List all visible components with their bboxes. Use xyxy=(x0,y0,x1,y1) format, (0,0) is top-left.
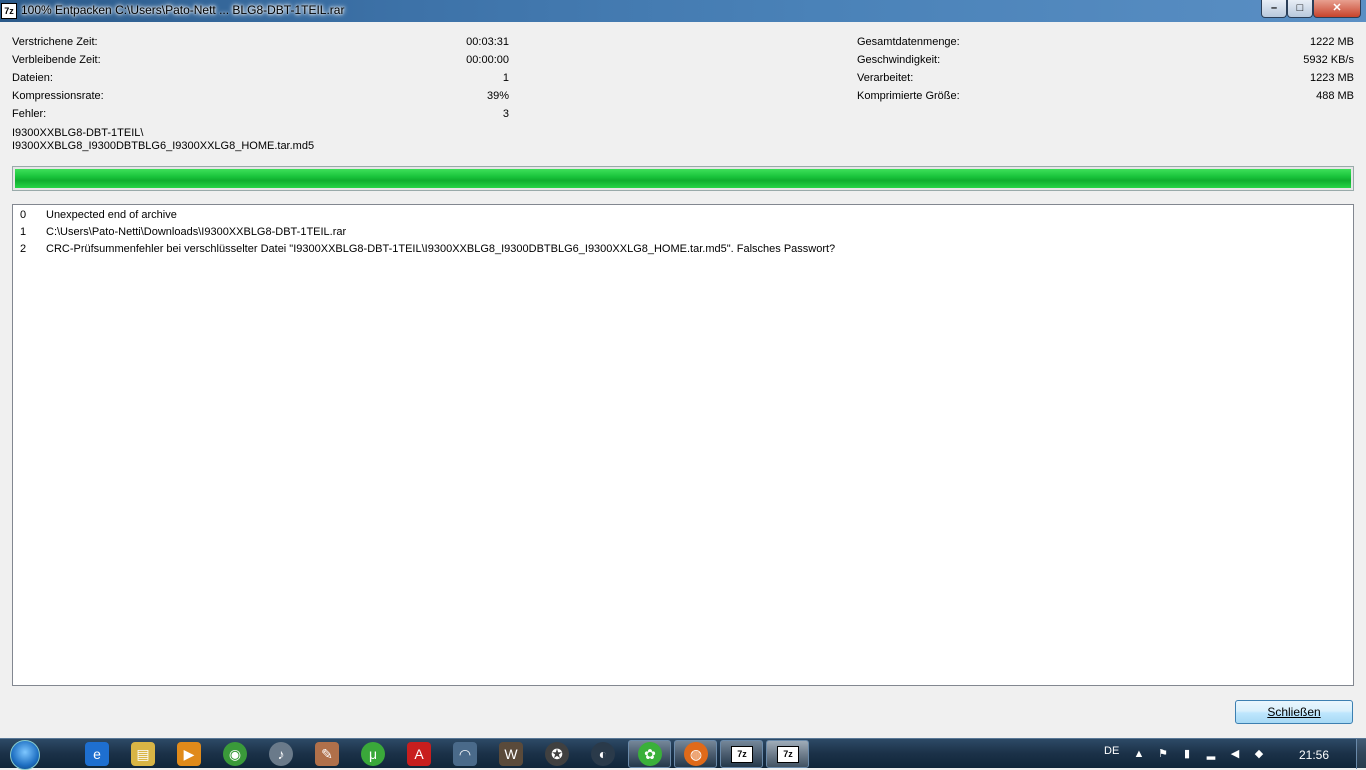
error-log-list[interactable]: 0 Unexpected end of archive 1 C:\Users\Pat… xyxy=(12,204,1354,686)
explorer-icon[interactable]: ▤ xyxy=(131,742,155,766)
taskbar-firefox-button[interactable]: ◍ xyxy=(674,740,717,768)
icq-icon: ✿ xyxy=(638,742,662,766)
taskbar: e ▤ ▶ ◉ ♪ ✎ μ A ◠ W ✪ ◐ ✿ ◍ 7z 7z DE ▲ ⚑… xyxy=(0,738,1366,770)
action-center-flag-icon[interactable]: ⚑ xyxy=(1156,747,1170,761)
tool-icon[interactable]: ✎ xyxy=(315,742,339,766)
network-signal-icon[interactable]: ▂ xyxy=(1204,747,1218,761)
total-size-label: Gesamtdatenmenge: xyxy=(857,36,960,48)
errors-value: 3 xyxy=(502,108,509,120)
close-dialog-button[interactable]: Schließen xyxy=(1235,700,1353,724)
world-of-tanks-icon[interactable]: W xyxy=(499,742,523,766)
log-row-number: 1 xyxy=(20,226,27,238)
log-row[interactable]: 1 C:\Users\Pato-Netti\Downloads\I9300XXBL… xyxy=(20,226,346,243)
log-row[interactable]: 0 Unexpected end of archive xyxy=(20,209,177,226)
windows-logo-icon xyxy=(10,740,40,770)
progress-bar xyxy=(12,166,1354,191)
acrobat-icon[interactable]: A xyxy=(407,742,431,766)
game-icon[interactable]: ◠ xyxy=(453,742,477,766)
minimize-button[interactable]: – xyxy=(1261,0,1287,18)
log-row-text: CRC-Prüfsummenfehler bei verschlüsselter… xyxy=(46,243,836,255)
close-window-button[interactable]: ✕ xyxy=(1313,0,1361,18)
language-indicator[interactable]: DE xyxy=(1104,745,1119,757)
utorrent-icon[interactable]: μ xyxy=(361,742,385,766)
maximize-button[interactable]: □ xyxy=(1287,0,1313,18)
log-row[interactable]: 2 CRC-Prüfsummenfehler bei verschlüsselte… xyxy=(20,243,835,260)
remaining-time-label: Verbleibende Zeit: xyxy=(12,54,101,66)
device-icon[interactable]: ▮ xyxy=(1180,747,1194,761)
show-hidden-icons-icon[interactable]: ▲ xyxy=(1132,747,1146,761)
errors-label: Fehler: xyxy=(12,108,47,120)
compressed-size-value: 488 MB xyxy=(1316,90,1354,102)
compressed-size-label: Komprimierte Größe: xyxy=(857,90,960,102)
close-dialog-button-label: Schließen xyxy=(1267,705,1321,719)
volume-icon[interactable]: ◀ xyxy=(1228,747,1242,761)
total-size-value: 1222 MB xyxy=(1309,36,1354,48)
elapsed-time-label: Verstrichene Zeit: xyxy=(12,36,98,48)
speed-label: Geschwindigkeit: xyxy=(857,54,941,66)
processed-label: Verarbeitet: xyxy=(857,72,914,84)
taskbar-7zip-button-1[interactable]: 7z xyxy=(720,740,763,768)
current-path-line-1: I9300XXBLG8-DBT-1TEIL\ xyxy=(12,127,144,139)
compression-ratio-label: Kompressionsrate: xyxy=(12,90,104,102)
itunes-icon[interactable]: ♪ xyxy=(269,742,293,766)
clock[interactable]: 21:56 xyxy=(1299,748,1329,762)
start-button[interactable] xyxy=(6,739,46,770)
log-row-text: Unexpected end of archive xyxy=(46,209,177,221)
internet-explorer-icon[interactable]: e xyxy=(85,742,109,766)
log-row-text: C:\Users\Pato-Netti\Downloads\I9300XXBLG… xyxy=(46,226,347,238)
extraction-window: 7z 100% Entpacken C:\Users\Pato-Nett ...… xyxy=(0,0,1366,738)
files-label: Dateien: xyxy=(12,72,53,84)
elapsed-time-value: 00:03:31 xyxy=(466,36,509,48)
log-row-number: 0 xyxy=(20,209,27,221)
steam-icon[interactable]: ◐ xyxy=(591,742,615,766)
taskbar-7zip-button-2[interactable]: 7z xyxy=(766,740,809,768)
dropbox-icon[interactable]: ◆ xyxy=(1252,747,1266,761)
show-desktop-button[interactable] xyxy=(1356,739,1366,769)
title-bar[interactable]: 7z 100% Entpacken C:\Users\Pato-Nett ...… xyxy=(0,0,1366,22)
7zip-icon: 7z xyxy=(777,746,799,763)
remaining-time-value: 00:00:00 xyxy=(466,54,509,66)
speed-value: 5932 KB/s xyxy=(1303,54,1354,66)
files-value: 1 xyxy=(502,72,509,84)
current-path-line-2: I9300XXBLG8_I9300DBTBLG6_I9300XXLG8_HOME… xyxy=(12,140,315,152)
media-player-icon[interactable]: ▶ xyxy=(177,742,201,766)
current-file-path: I9300XXBLG8-DBT-1TEIL\ I9300XXBLG8_I9300… xyxy=(12,127,314,153)
counter-strike-icon[interactable]: ✪ xyxy=(545,742,569,766)
processed-value: 1223 MB xyxy=(1309,72,1354,84)
7zip-app-icon[interactable]: 7z xyxy=(1,3,17,19)
compression-ratio-value: 39% xyxy=(486,90,509,102)
log-row-number: 2 xyxy=(20,243,27,255)
chrome-icon[interactable]: ◉ xyxy=(223,742,247,766)
firefox-icon: ◍ xyxy=(684,742,708,766)
window-title: 100% Entpacken C:\Users\Pato-Nett ... BL… xyxy=(21,3,345,17)
progress-bar-fill xyxy=(15,169,1351,188)
7zip-icon: 7z xyxy=(731,746,753,763)
taskbar-icq-button[interactable]: ✿ xyxy=(628,740,671,768)
